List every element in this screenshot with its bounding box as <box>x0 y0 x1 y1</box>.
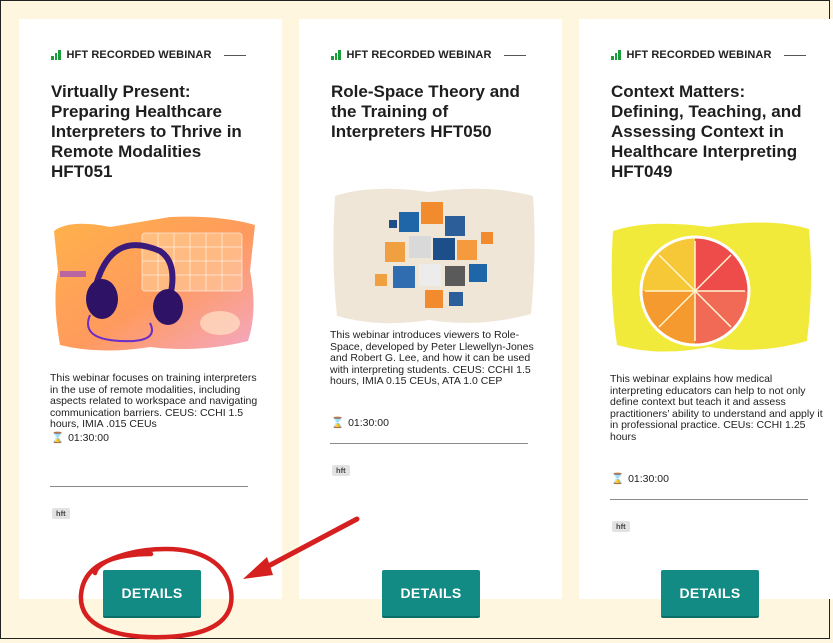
eyebrow-text: HFT RECORDED WEBINAR <box>66 49 212 61</box>
signal-bars-icon <box>611 50 621 60</box>
divider <box>610 499 808 500</box>
duration: ⌛ 01:30:00 <box>51 431 109 445</box>
eyebrow-rule <box>223 54 246 56</box>
webinar-card-1: HFT RECORDED WEBINAR Virtually Present: … <box>19 19 282 599</box>
divider <box>330 443 528 444</box>
signal-bars-icon <box>331 50 341 60</box>
duration: ⌛ 01:30:00 <box>331 416 389 430</box>
card-title[interactable]: Context Matters: Defining, Teaching, and… <box>611 82 820 182</box>
card-description: This webinar introduces viewers to Role-… <box>330 329 534 387</box>
tag-hft[interactable]: hft <box>52 508 70 519</box>
webinar-card-2: HFT RECORDED WEBINAR Role-Space Theory a… <box>299 19 562 599</box>
eyebrow-label: HFT RECORDED WEBINAR <box>51 49 262 61</box>
card-title[interactable]: Role-Space Theory and the Training of In… <box>331 82 540 142</box>
eyebrow-rule <box>503 54 526 56</box>
eyebrow-label: HFT RECORDED WEBINAR <box>331 49 542 61</box>
duration-value: 01:30:00 <box>68 431 109 444</box>
details-button[interactable]: DETAILS <box>661 570 759 618</box>
hourglass-icon: ⌛ <box>51 432 65 444</box>
citrus-slices-image[interactable] <box>609 213 814 359</box>
divider <box>50 486 248 487</box>
cubes-image[interactable] <box>329 182 539 330</box>
details-button[interactable]: DETAILS <box>103 570 201 618</box>
card-description: This webinar explains how medical interp… <box>610 373 823 443</box>
eyebrow-rule <box>783 54 806 56</box>
tag-hft[interactable]: hft <box>332 465 350 476</box>
duration: ⌛ 01:30:00 <box>611 472 669 486</box>
eyebrow-text: HFT RECORDED WEBINAR <box>626 49 772 61</box>
headphones-keyboard-image[interactable] <box>50 211 260 357</box>
details-button[interactable]: DETAILS <box>382 570 480 618</box>
hourglass-icon: ⌛ <box>331 417 345 429</box>
card-description: This webinar focuses on training interpr… <box>50 372 258 430</box>
eyebrow-text: HFT RECORDED WEBINAR <box>346 49 492 61</box>
card-title[interactable]: Virtually Present: Preparing Healthcare … <box>51 82 260 182</box>
webinar-card-3: HFT RECORDED WEBINAR Context Matters: De… <box>579 19 833 599</box>
eyebrow-label: HFT RECORDED WEBINAR <box>611 49 822 61</box>
signal-bars-icon <box>51 50 61 60</box>
tag-hft[interactable]: hft <box>612 521 630 532</box>
duration-value: 01:30:00 <box>348 416 389 429</box>
hourglass-icon: ⌛ <box>611 473 625 485</box>
page-frame: HFT RECORDED WEBINAR Virtually Present: … <box>0 0 833 640</box>
duration-value: 01:30:00 <box>628 472 669 485</box>
